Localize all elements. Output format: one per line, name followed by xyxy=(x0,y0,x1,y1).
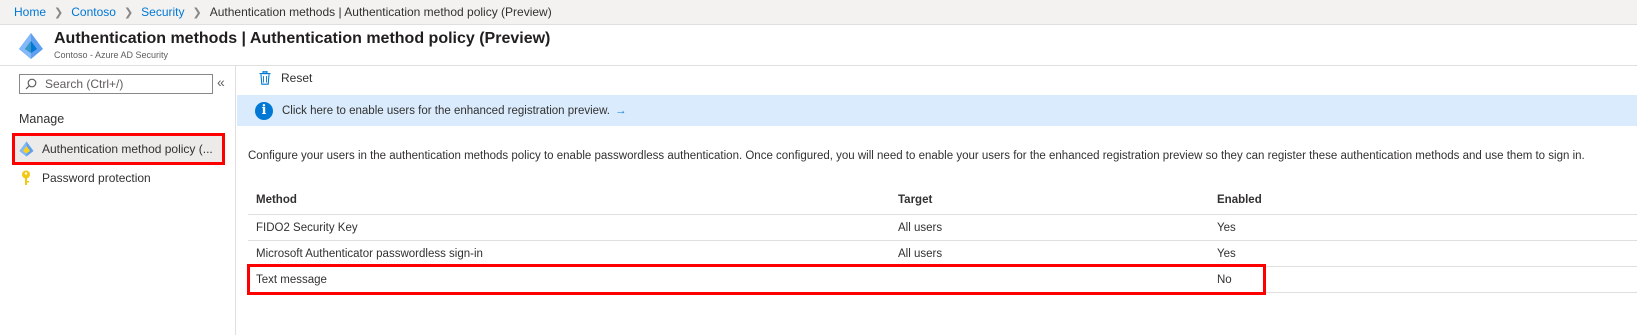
column-header-method: Method xyxy=(256,193,297,206)
info-icon: i xyxy=(255,101,273,120)
breadcrumb-contoso-link[interactable]: Contoso xyxy=(71,5,116,19)
cell-method: Microsoft Authenticator passwordless sig… xyxy=(256,247,483,260)
column-header-enabled: Enabled xyxy=(1217,193,1262,206)
sidebar-item-password-protection[interactable]: Password protection xyxy=(12,162,225,194)
cell-enabled: Yes xyxy=(1217,221,1236,234)
reset-label: Reset xyxy=(281,71,313,85)
policy-description: Configure your users in the authenticati… xyxy=(248,150,1585,162)
sidebar-item-label: Password protection xyxy=(42,171,151,185)
authentication-methods-table: Method Target Enabled FIDO2 Security Key… xyxy=(248,185,1637,293)
chevron-right-icon: ❯ xyxy=(54,6,64,19)
collapse-sidebar-icon[interactable]: « xyxy=(217,74,225,90)
cell-enabled: No xyxy=(1217,273,1232,286)
table-header: Method Target Enabled xyxy=(248,185,1637,215)
section-label-manage: Manage xyxy=(19,112,65,126)
cell-target: All users xyxy=(898,221,943,234)
search-placeholder: Search (Ctrl+/) xyxy=(45,77,124,91)
column-header-target: Target xyxy=(898,193,933,206)
azure-ad-pyramid-icon xyxy=(18,141,34,157)
page-subtitle: Contoso - Azure AD Security xyxy=(54,50,169,60)
table-row-text-message[interactable]: Text message No xyxy=(248,267,1637,293)
cell-enabled: Yes xyxy=(1217,247,1236,260)
trash-icon xyxy=(259,71,271,85)
breadcrumb: Home ❯ Contoso ❯ Security ❯ Authenticati… xyxy=(0,0,1637,25)
sidebar: Search (Ctrl+/) « Manage Authentication … xyxy=(0,66,236,335)
cell-method: FIDO2 Security Key xyxy=(256,221,358,234)
search-icon xyxy=(25,78,37,90)
breadcrumb-home-link[interactable]: Home xyxy=(14,5,46,19)
info-bar-text: Click here to enable users for the enhan… xyxy=(282,104,610,117)
sidebar-item-authentication-method-policy[interactable]: Authentication method policy (... xyxy=(12,133,225,165)
breadcrumb-security-link[interactable]: Security xyxy=(141,5,184,19)
page-title: Authentication methods | Authentication … xyxy=(54,30,551,47)
chevron-right-icon: ❯ xyxy=(123,6,134,19)
sidebar-item-label: Authentication method policy (... xyxy=(42,142,213,156)
arrow-right-icon: → xyxy=(614,104,627,117)
cell-method: Text message xyxy=(256,273,327,286)
main-content: Reset i Click here to enable users for t… xyxy=(237,66,1637,335)
key-icon xyxy=(18,170,34,186)
blade-header: Authentication methods | Authentication … xyxy=(0,26,1637,66)
reset-button[interactable]: Reset xyxy=(259,71,312,85)
search-input[interactable]: Search (Ctrl+/) xyxy=(19,74,213,94)
chevron-right-icon: ❯ xyxy=(192,6,202,19)
table-row-fido2-security-key[interactable]: FIDO2 Security Key All users Yes xyxy=(248,215,1637,241)
cell-target: All users xyxy=(898,247,943,260)
enhanced-registration-info-bar[interactable]: i Click here to enable users for the enh… xyxy=(237,95,1637,126)
breadcrumb-current: Authentication methods | Authentication … xyxy=(209,5,552,19)
table-row-microsoft-authenticator[interactable]: Microsoft Authenticator passwordless sig… xyxy=(248,241,1637,267)
azure-ad-pyramid-icon xyxy=(18,32,44,60)
